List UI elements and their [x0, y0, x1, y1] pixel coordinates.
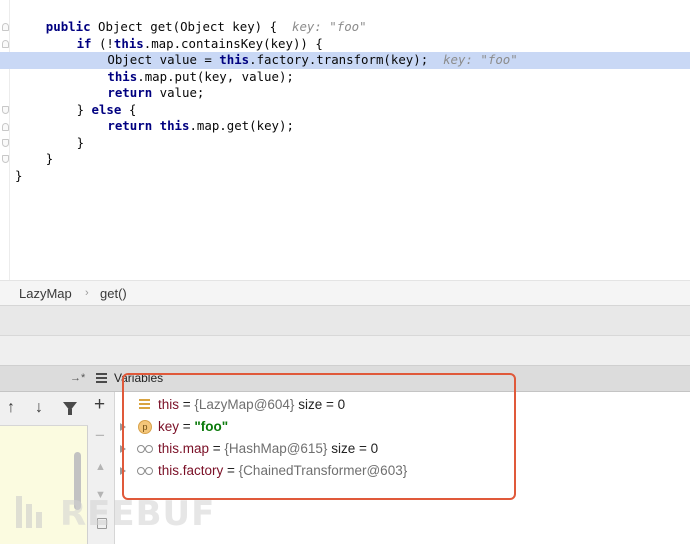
code-text: } [77, 135, 84, 152]
code-keyword: this [219, 52, 250, 67]
code-text: if (!this.map.containsKey(key)) { [77, 36, 323, 53]
code-keyword: return [107, 118, 153, 133]
variable-equals: = [209, 441, 225, 456]
variable-value: {HashMap@615} [224, 441, 328, 456]
variable-value: {LazyMap@604} [194, 397, 295, 412]
variable-equals: = [179, 397, 195, 412]
code-token: .map.get(key); [189, 118, 294, 133]
code-token: Object get(Object key) { [90, 19, 285, 34]
frames-toolbar: ↑ ↓ [0, 392, 88, 426]
variable-value: "foo" [194, 419, 229, 434]
add-watch-icon[interactable]: + [94, 395, 105, 414]
watermark: REEBUF [16, 494, 216, 540]
variables-layout-icon[interactable] [96, 373, 107, 384]
code-text: Object value = this.factory.transform(ke… [107, 52, 517, 69]
code-line[interactable]: } [0, 151, 690, 168]
current-execution-line[interactable]: Object value = this.factory.transform(ke… [0, 52, 690, 69]
variable-name: this.map [158, 441, 210, 456]
watermark-text: REEBUF [60, 494, 216, 534]
watch-glasses-icon [137, 445, 154, 454]
move-up-icon[interactable]: ▲ [95, 460, 106, 475]
code-text: public Object get(Object key) { key: "fo… [46, 19, 367, 36]
breadcrumb-method[interactable]: get() [100, 286, 127, 301]
variable-equals: = [179, 419, 195, 434]
variable-value: {ChainedTransformer@603} [238, 463, 408, 478]
code-keyword: public [45, 19, 91, 34]
tool-window-strip [0, 336, 690, 366]
tool-window-strip [0, 306, 690, 336]
code-line[interactable]: } [0, 168, 690, 185]
variables-panel-header: →* Variables [0, 366, 690, 392]
breadcrumb-separator: › [85, 287, 89, 299]
code-token: .map.containsKey(key)) { [143, 35, 323, 51]
code-keyword: return [107, 85, 153, 100]
code-text: } [46, 151, 53, 168]
code-token: .map.put(key, value); [137, 68, 294, 84]
variable-name: this.factory [158, 463, 224, 478]
expand-arrow-icon[interactable] [120, 445, 126, 453]
code-line[interactable]: } else { [0, 102, 690, 119]
variables-panel-title: Variables [114, 371, 164, 385]
variable-row[interactable]: this = {LazyMap@604} size = 0 [115, 394, 690, 416]
code-text: return value; [107, 85, 204, 102]
frame-down-icon[interactable]: ↓ [35, 400, 43, 416]
code-token: } [76, 134, 85, 150]
frame-up-icon[interactable]: ↑ [7, 400, 15, 416]
code-token: .factory.transform(key); [249, 52, 436, 67]
expand-arrow-icon[interactable] [120, 423, 126, 431]
variable-row[interactable]: this.map = {HashMap@615} size = 0 [115, 438, 690, 460]
variable-name: this [158, 397, 180, 412]
field-icon [139, 399, 150, 411]
code-token: Object value = [107, 52, 220, 67]
inline-debug-value: key: "foo" [435, 52, 518, 67]
code-text: } [15, 168, 22, 185]
variable-row[interactable]: p key = "foo" [115, 416, 690, 438]
filter-icon[interactable] [63, 402, 77, 415]
code-keyword: this [113, 35, 144, 51]
code-text: this.map.put(key, value); [107, 69, 294, 86]
code-token: } [76, 101, 92, 117]
code-token: (! [91, 35, 114, 51]
variable-row[interactable]: this.factory = {ChainedTransformer@603} [115, 460, 690, 482]
variable-size: size = 0 [294, 397, 346, 412]
inline-debug-value: key: "foo" [284, 19, 367, 34]
variable-name: key [158, 419, 180, 434]
code-token: value; [152, 85, 205, 100]
breadcrumb-class[interactable]: LazyMap [19, 286, 72, 301]
code-line[interactable]: return value; [0, 85, 690, 102]
parameter-icon: p [138, 420, 152, 434]
variable-equals: = [223, 463, 239, 478]
code-lines: public Object get(Object key) { key: "fo… [0, 19, 690, 184]
code-text: return this.map.get(key); [107, 118, 294, 135]
code-line[interactable]: return this.map.get(key); [0, 118, 690, 135]
variable-size: size = 0 [327, 441, 379, 456]
code-line[interactable]: } [0, 135, 690, 152]
code-token: } [15, 167, 23, 183]
code-keyword: else [91, 101, 122, 117]
expand-arrow-icon[interactable] [120, 467, 126, 475]
code-token: } [45, 151, 54, 166]
breadcrumb: LazyMap › get() [0, 280, 690, 306]
code-keyword: this [107, 68, 138, 84]
remove-watch-icon[interactable]: − [95, 427, 105, 444]
watch-glasses-icon [137, 467, 154, 476]
code-line[interactable]: this.map.put(key, value); [0, 69, 690, 86]
code-line[interactable]: public Object get(Object key) { key: "fo… [0, 19, 690, 36]
restore-layout-icon[interactable]: →* [70, 372, 85, 384]
code-text: } else { [77, 102, 137, 119]
code-line[interactable]: if (!this.map.containsKey(key)) { [0, 36, 690, 53]
code-keyword: this [159, 118, 190, 133]
code-editor[interactable]: public Object get(Object key) { key: "fo… [0, 0, 690, 280]
code-keyword: if [76, 35, 92, 51]
code-token: { [121, 101, 137, 117]
